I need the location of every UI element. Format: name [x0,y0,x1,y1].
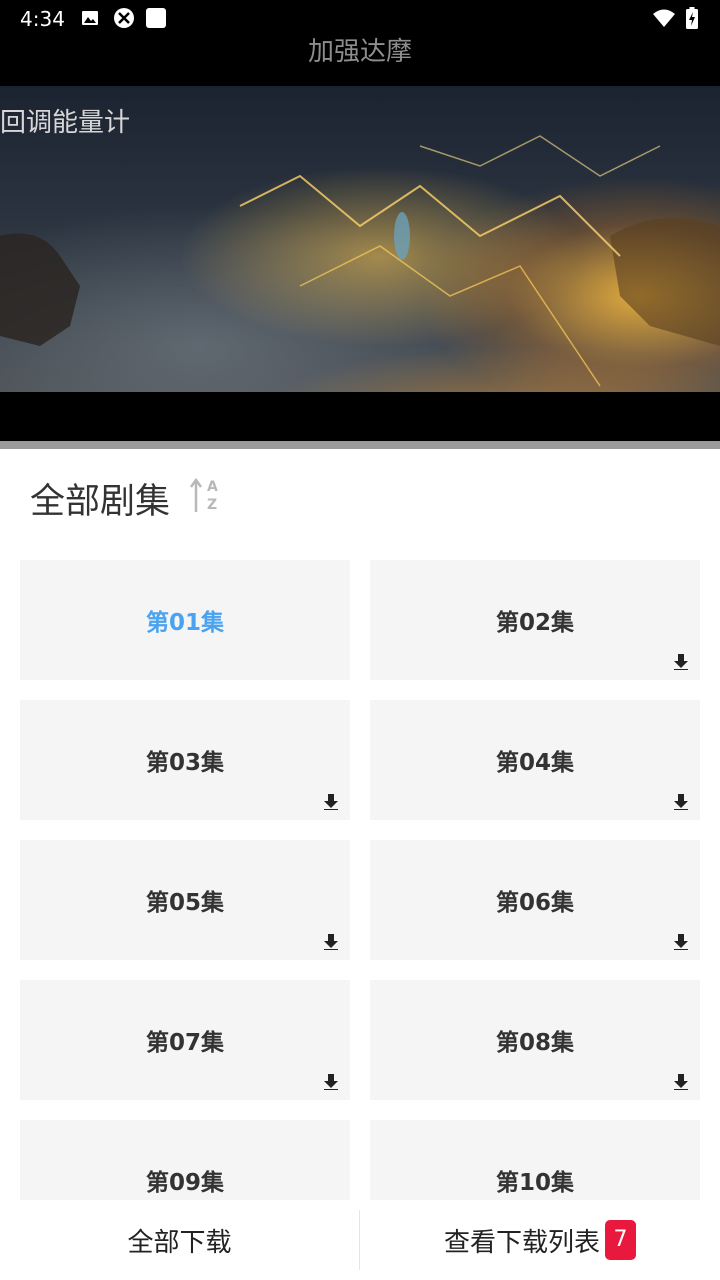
download-all-button[interactable]: 全部下载 [0,1200,359,1280]
episodes-sheet: 全部剧集 A Z 第01集 第02集 第03集 第04集 第05集 第06集 第… [0,449,720,1280]
episode-label: 第04集 [495,750,574,776]
battery-charging-icon [686,7,698,29]
svg-text:A: A [207,479,218,495]
episode-label: 第03集 [145,750,224,776]
wifi-icon [653,9,675,27]
episode-item-10[interactable]: 第10集 [370,1120,700,1200]
episode-label: 第08集 [495,1030,574,1056]
episode-label: 第07集 [145,1030,224,1056]
episode-item-07[interactable]: 第07集 [20,980,350,1100]
square-icon [146,8,166,28]
video-letterbox [0,392,720,442]
episode-item-03[interactable]: 第03集 [20,700,350,820]
download-arrow-icon[interactable] [673,1074,689,1090]
episode-label: 第02集 [495,610,574,636]
image-icon [82,11,98,25]
episode-item-09[interactable]: 第09集 [20,1120,350,1200]
episode-item-04[interactable]: 第04集 [370,700,700,820]
episode-item-01[interactable]: 第01集 [20,560,350,680]
episode-grid: 第01集 第02集 第03集 第04集 第05集 第06集 第07集 第08集 [20,560,700,1200]
download-arrow-icon[interactable] [323,794,339,810]
status-time: 4:34 [20,7,65,31]
view-downloads-button[interactable]: 查看下载列表 7 [360,1200,720,1280]
video-overlay-text: 回调能量计 [0,108,131,138]
view-downloads-label: 查看下载列表 [443,1227,600,1258]
download-arrow-icon[interactable] [673,794,689,810]
sort-az-icon[interactable]: A Z [188,477,224,513]
bottom-action-bar: 全部下载 查看下载列表 7 [0,1200,720,1280]
episode-label: 第10集 [495,1170,574,1196]
episode-label: 第09集 [145,1170,224,1196]
svg-text:Z: Z [207,497,217,513]
episode-item-06[interactable]: 第06集 [370,840,700,960]
episode-item-08[interactable]: 第08集 [370,980,700,1100]
download-arrow-icon[interactable] [323,1074,339,1090]
download-arrow-icon[interactable] [323,934,339,950]
video-player[interactable]: 回调能量计 [0,86,720,392]
page-title: 加强达摩 [307,37,412,67]
episode-label: 第01集 [145,610,224,636]
download-count-badge: 7 [605,1220,636,1260]
sheet-divider [0,441,720,449]
sync-icon [114,8,134,28]
status-bar: 4:34 [0,0,720,36]
download-arrow-icon[interactable] [673,654,689,670]
episode-label: 第05集 [145,890,224,916]
episode-label: 第06集 [495,890,574,916]
episode-item-02[interactable]: 第02集 [370,560,700,680]
download-all-label: 全部下载 [127,1227,232,1258]
episodes-title: 全部剧集 [30,482,171,522]
header: 加强达摩 [0,36,720,86]
download-arrow-icon[interactable] [673,934,689,950]
episode-item-05[interactable]: 第05集 [20,840,350,960]
